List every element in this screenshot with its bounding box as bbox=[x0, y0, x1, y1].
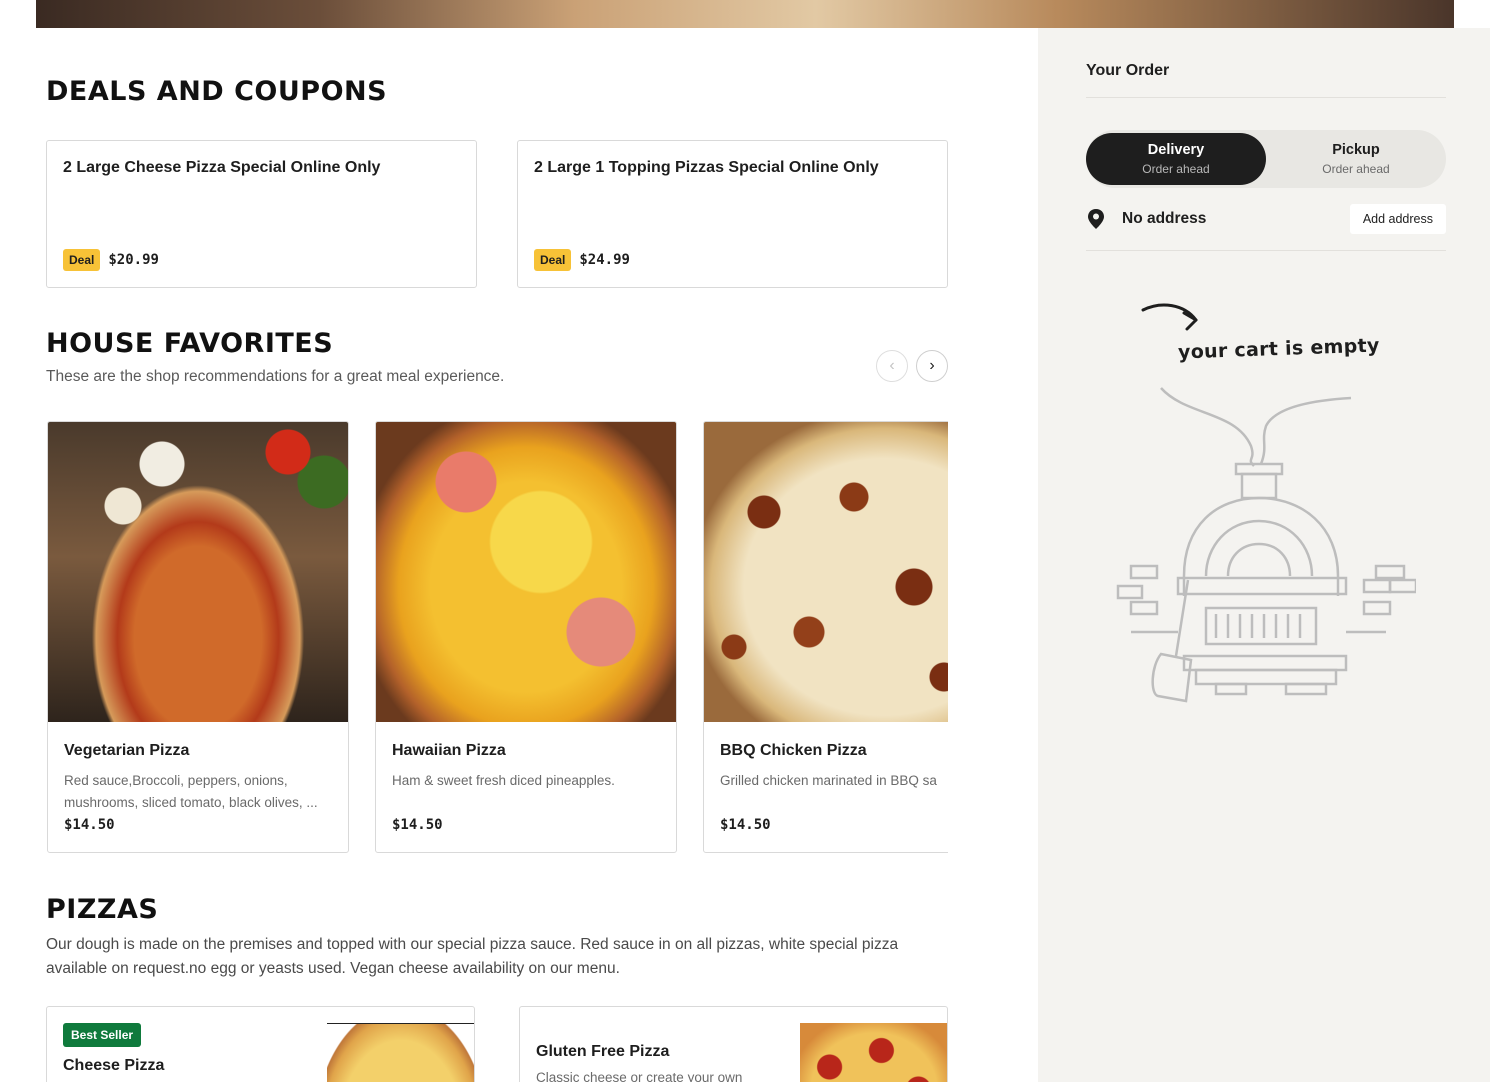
pickup-sublabel: Order ahead bbox=[1322, 162, 1390, 176]
deal-card[interactable]: 2 Large Cheese Pizza Special Online Only… bbox=[46, 140, 477, 288]
item-description: Classic cheese or create your own bbox=[536, 1070, 743, 1082]
pizza-image bbox=[704, 422, 948, 722]
carousel-prev-button[interactable]: ‹ bbox=[876, 350, 908, 382]
deal-price: $24.99 bbox=[579, 252, 630, 268]
pizza-image bbox=[376, 422, 676, 722]
deal-badge: Deal bbox=[534, 249, 572, 271]
favorite-card[interactable]: Vegetarian Pizza Red sauce,Broccoli, pep… bbox=[47, 421, 349, 853]
carousel-next-button[interactable]: › bbox=[916, 350, 948, 382]
favorite-card[interactable]: Hawaiian Pizza Ham & sweet fresh diced p… bbox=[375, 421, 677, 853]
menu-item-card[interactable]: Gluten Free Pizza Classic cheese or crea… bbox=[519, 1006, 948, 1082]
pizza-image bbox=[800, 1023, 947, 1082]
pizza-image bbox=[48, 422, 348, 722]
add-address-button[interactable]: Add address bbox=[1349, 204, 1446, 234]
item-price: $14.50 bbox=[720, 817, 771, 833]
favorites-subtitle: These are the shop recommendations for a… bbox=[46, 368, 505, 385]
favorite-card[interactable]: BBQ Chicken Pizza Grilled chicken marina… bbox=[703, 421, 948, 853]
deal-price: $20.99 bbox=[108, 252, 159, 268]
deal-card[interactable]: 2 Large 1 Topping Pizzas Special Online … bbox=[517, 140, 948, 288]
delivery-sublabel: Order ahead bbox=[1142, 162, 1210, 176]
order-title: Your Order bbox=[1086, 62, 1170, 79]
divider bbox=[1086, 250, 1446, 251]
deals-section-title: DEALS AND COUPONS bbox=[46, 76, 388, 107]
pizzas-section-title: PIZZAS bbox=[46, 894, 159, 925]
item-description: Red sauce,Broccoli, peppers, onions, mus… bbox=[64, 773, 318, 810]
hero-banner-image bbox=[36, 0, 1454, 28]
divider bbox=[1086, 97, 1446, 98]
item-description: Ham & sweet fresh diced pineapples. bbox=[392, 773, 615, 788]
chevron-right-icon: › bbox=[929, 357, 935, 374]
item-description: Grilled chicken marinated in BBQ sa bbox=[720, 773, 937, 788]
item-price: $14.50 bbox=[64, 817, 115, 833]
order-sidebar: Your Order Delivery Order ahead Pickup O… bbox=[1038, 28, 1490, 1082]
deal-name: 2 Large Cheese Pizza Special Online Only bbox=[63, 159, 381, 176]
address-row: No address Add address bbox=[1086, 204, 1446, 234]
pickup-label: Pickup bbox=[1332, 142, 1380, 158]
delivery-label: Delivery bbox=[1147, 142, 1205, 158]
deal-badge: Deal bbox=[63, 249, 101, 271]
item-name: Hawaiian Pizza bbox=[392, 742, 506, 759]
address-text: No address bbox=[1122, 210, 1207, 227]
item-name: BBQ Chicken Pizza bbox=[720, 742, 867, 759]
pickup-option[interactable]: Pickup Order ahead bbox=[1266, 133, 1446, 185]
item-name: Vegetarian Pizza bbox=[64, 742, 190, 759]
best-seller-badge: Best Seller bbox=[63, 1023, 142, 1047]
fulfillment-toggle: Delivery Order ahead Pickup Order ahead bbox=[1086, 130, 1446, 188]
location-pin-icon bbox=[1088, 209, 1104, 229]
chevron-left-icon: ‹ bbox=[889, 357, 895, 374]
pizza-image bbox=[327, 1023, 474, 1082]
favorites-carousel: Vegetarian Pizza Red sauce,Broccoli, pep… bbox=[46, 421, 948, 853]
deal-name: 2 Large 1 Topping Pizzas Special Online … bbox=[534, 159, 879, 176]
favorites-section-title: HOUSE FAVORITES bbox=[46, 328, 334, 359]
item-name: Gluten Free Pizza bbox=[536, 1043, 670, 1060]
item-price: $14.50 bbox=[392, 817, 443, 833]
menu-item-card[interactable]: Best Seller Cheese Pizza bbox=[46, 1006, 475, 1082]
delivery-option[interactable]: Delivery Order ahead bbox=[1086, 133, 1266, 185]
pizzas-description: Our dough is made on the premises and to… bbox=[46, 936, 899, 977]
item-name: Cheese Pizza bbox=[63, 1057, 165, 1074]
